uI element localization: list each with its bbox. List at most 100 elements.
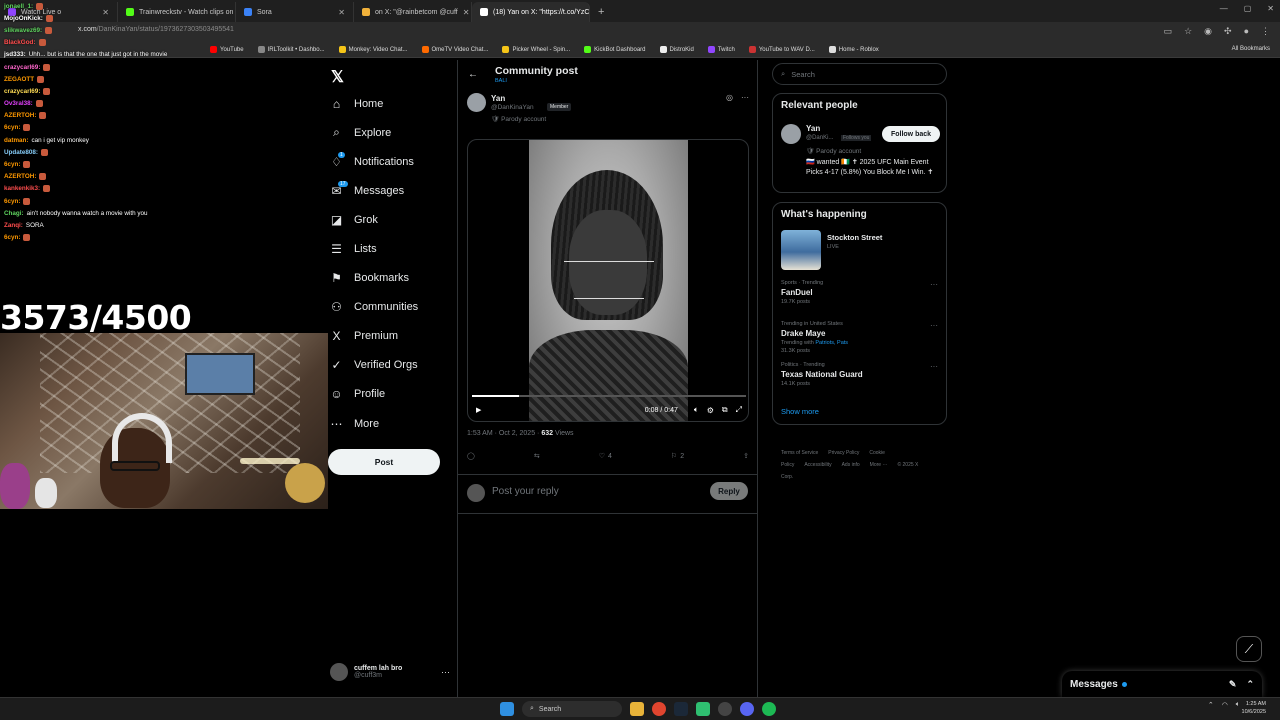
nav-item-more[interactable]: ⋯ More [330, 409, 450, 438]
footer-link[interactable]: More ··· [870, 462, 888, 468]
more-dots-icon[interactable]: ··· [441, 667, 450, 677]
play-icon[interactable]: ▶ [476, 406, 481, 414]
fullscreen-icon[interactable]: ⤢ [736, 405, 742, 415]
community-name[interactable]: BALI [495, 78, 507, 84]
maximize-icon[interactable]: ▢ [1244, 4, 1252, 13]
author-avatar[interactable] [467, 93, 486, 112]
tab-close-icon[interactable]: ✕ [463, 8, 470, 17]
trend-item[interactable]: Trending in United States Drake Maye Trend… [773, 317, 946, 358]
repost-action[interactable]: ⇆ [534, 452, 540, 460]
file-explorer-icon[interactable] [630, 702, 644, 716]
browser-tab[interactable]: (18) Yan on X: "https://t.co/YzC✕ [472, 2, 590, 22]
more-icon[interactable]: ··· [930, 280, 938, 289]
taskbar-clock[interactable]: 1:25 AM 10/6/2025 [1242, 700, 1266, 716]
more-icon[interactable]: ··· [741, 93, 749, 102]
spotify-icon[interactable] [762, 702, 776, 716]
timestamp[interactable]: 1:53 AM · Oct 2, 2025 · [467, 430, 539, 437]
grok-float-button[interactable]: ⟋ [1236, 636, 1262, 662]
expand-icon[interactable]: ⌃ [1246, 679, 1254, 690]
show-more-link[interactable]: Show more [773, 399, 946, 424]
chat-message: Ov3ral38: [4, 98, 324, 110]
minimize-icon[interactable]: — [1220, 4, 1228, 13]
cast-icon[interactable]: ▭ [1164, 26, 1173, 37]
footer-link[interactable]: Ads info [842, 462, 860, 468]
share-action[interactable]: ⇪ [743, 452, 749, 460]
bookmark-item[interactable]: Picker Wheel - Spin... [502, 46, 570, 53]
follow-back-button[interactable]: Follow back [882, 126, 940, 142]
search-input[interactable]: ⌕ Search [772, 63, 947, 85]
network-icon[interactable]: ◠ [1222, 701, 1228, 709]
bookmark-item[interactable]: YouTube to WAV D... [748, 46, 815, 53]
trend-related-topics[interactable]: Patriots, Pats [815, 340, 848, 346]
reply-action[interactable]: ◯ [467, 452, 475, 460]
all-bookmarks[interactable]: All Bookmarks [1232, 46, 1270, 52]
tab-close-icon[interactable]: ✕ [338, 8, 345, 17]
bookmark-item[interactable]: Twitch [707, 46, 735, 53]
nav-item-bookmarks[interactable]: ⚑ Bookmarks [330, 264, 450, 293]
bookmark-item[interactable]: KickBot Dashboard [584, 46, 646, 53]
menu-icon[interactable]: ⋮ [1261, 26, 1270, 37]
tray-chevron-icon[interactable]: ⌃ [1208, 701, 1214, 709]
close-window-icon[interactable]: ✕ [1267, 4, 1274, 13]
nav-item-premium[interactable]: X Premium [330, 322, 450, 351]
footer-link[interactable]: Terms of Service [781, 450, 818, 456]
post-button[interactable]: Post [328, 449, 440, 475]
bookmark-item[interactable]: DistroKid [659, 46, 694, 53]
nav-item-home[interactable]: ⌂ Home [330, 89, 450, 118]
chat-message: 6cyn: [4, 158, 324, 170]
like-action[interactable]: ♡ 4 [599, 452, 612, 461]
video-progress-bar[interactable] [472, 395, 746, 397]
star-icon[interactable]: ☆ [1184, 26, 1192, 37]
nav-item-lists[interactable]: ☰ Lists [330, 234, 450, 263]
compose-icon[interactable]: ✎ [1229, 679, 1237, 690]
nav-item-explore[interactable]: ⌕ Explore [330, 118, 450, 147]
discord-icon[interactable] [740, 702, 754, 716]
account-switcher[interactable]: cuffem lah bro @cuff3m ··· [330, 663, 450, 681]
volume-icon[interactable]: 🔈︎ [694, 405, 699, 415]
nav-item-messages[interactable]: ✉ 17 Messages [330, 176, 450, 205]
settings-icon[interactable]: ⚙︎ [707, 406, 714, 415]
footer-link[interactable]: Privacy Policy [828, 450, 859, 456]
trend-item[interactable]: Politics · Trending Texas National Guard 1… [773, 358, 946, 399]
back-arrow-icon[interactable]: ← [468, 69, 478, 80]
pip-icon[interactable]: ⧉ [722, 405, 728, 415]
grok-icon[interactable]: ◎ [726, 93, 733, 102]
steam-icon[interactable] [674, 702, 688, 716]
browser-tab[interactable]: on X: "@rainbetcom @cuff ✕ [354, 2, 472, 22]
more-icon[interactable]: ··· [930, 321, 938, 330]
bookmark-action[interactable]: ⚐ 2 [671, 452, 684, 461]
nav-item-grok[interactable]: ◪ Grok [330, 205, 450, 234]
nav-item-communities[interactable]: ⚇ Communities [330, 293, 450, 322]
bookmark-label: OmeTV Video Chat... [431, 46, 489, 53]
person-avatar[interactable] [781, 124, 801, 144]
x-logo-icon[interactable]: 𝕏 [331, 67, 344, 87]
bookmark-item[interactable]: Monkey: Video Chat... [338, 46, 408, 53]
messages-drawer[interactable]: Messages ✎ ⌃ [1062, 671, 1262, 697]
video-player[interactable]: ▶ 0:08 / 0:47 🔈︎ ⚙︎ ⧉ ⤢ [467, 139, 749, 422]
reply-button[interactable]: Reply [710, 482, 748, 500]
bookmark-item[interactable]: Home - Roblox [828, 46, 879, 53]
new-tab-icon[interactable]: + [590, 2, 612, 22]
obs-icon[interactable] [718, 702, 732, 716]
nav-item-notifications[interactable]: ♢ 1 Notifications [330, 147, 450, 176]
reply-input[interactable]: Post your reply [492, 486, 559, 497]
app-icon[interactable] [696, 702, 710, 716]
live-event[interactable]: Stockton Street LIVE [773, 226, 946, 276]
taskbar-search[interactable]: ⌕ Search [522, 701, 622, 717]
trend-item[interactable]: Sports · Trending FanDuel 19.7K posts ··· [773, 276, 946, 317]
profile-icon[interactable]: ● [1244, 26, 1249, 37]
extension-icon[interactable]: ◉ [1204, 26, 1212, 37]
nav-item-profile[interactable]: ☺ Profile [330, 380, 450, 409]
author-name[interactable]: Yan [491, 94, 505, 103]
start-icon[interactable] [500, 702, 514, 716]
author-handle[interactable]: @DanKinaYan [491, 104, 534, 111]
more-icon[interactable]: ··· [930, 362, 938, 371]
footer-link[interactable]: Accessibility [804, 462, 831, 468]
puzzle-icon[interactable]: ✣ [1224, 26, 1232, 37]
nav-label: More [354, 417, 380, 430]
person-name[interactable]: Yan [806, 124, 820, 133]
bookmark-item[interactable]: OmeTV Video Chat... [421, 46, 489, 53]
chrome-icon[interactable] [652, 702, 666, 716]
nav-item-verified-orgs[interactable]: ✓ Verified Orgs [330, 351, 450, 380]
volume-icon[interactable]: 🔈︎ [1236, 701, 1240, 709]
